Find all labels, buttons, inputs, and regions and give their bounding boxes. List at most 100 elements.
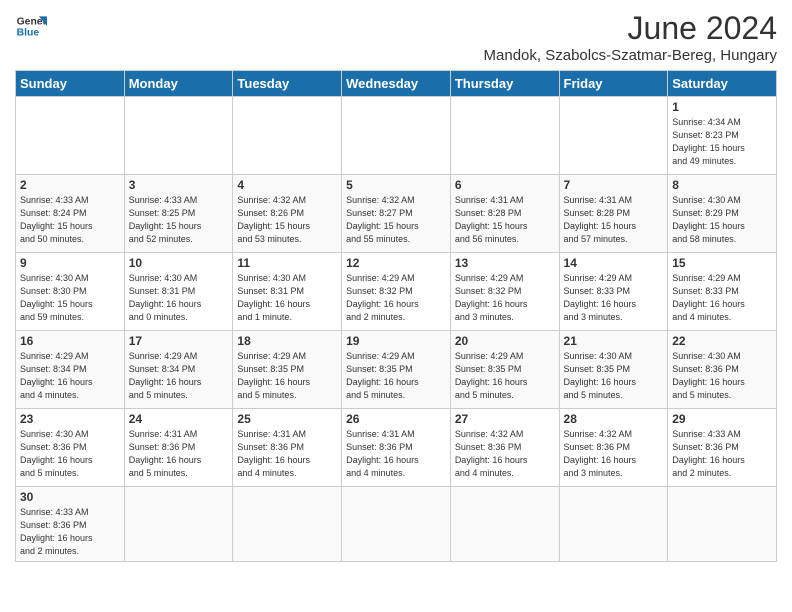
calendar-cell: 6 Sunrise: 4:31 AM Sunset: 8:28 PM Daylig… [450, 175, 559, 253]
calendar-week-1: 1 Sunrise: 4:34 AM Sunset: 8:23 PM Daylig… [16, 97, 777, 175]
day-info: Sunrise: 4:30 AM Sunset: 8:31 PM Dayligh… [129, 272, 229, 324]
calendar-cell: 17 Sunrise: 4:29 AM Sunset: 8:34 PM Dayli… [124, 331, 233, 409]
calendar-cell [16, 97, 125, 175]
calendar-cell: 7 Sunrise: 4:31 AM Sunset: 8:28 PM Daylig… [559, 175, 668, 253]
calendar-week-2: 2 Sunrise: 4:33 AM Sunset: 8:24 PM Daylig… [16, 175, 777, 253]
day-info: Sunrise: 4:32 AM Sunset: 8:36 PM Dayligh… [564, 428, 664, 480]
day-number: 11 [237, 256, 337, 270]
day-number: 16 [20, 334, 120, 348]
calendar-cell: 23 Sunrise: 4:30 AM Sunset: 8:36 PM Dayli… [16, 409, 125, 487]
day-number: 23 [20, 412, 120, 426]
day-number: 24 [129, 412, 229, 426]
calendar-cell: 28 Sunrise: 4:32 AM Sunset: 8:36 PM Dayli… [559, 409, 668, 487]
calendar-cell: 9 Sunrise: 4:30 AM Sunset: 8:30 PM Daylig… [16, 253, 125, 331]
day-header-thursday: Thursday [450, 71, 559, 97]
day-number: 30 [20, 490, 120, 504]
day-number: 5 [346, 178, 446, 192]
day-info: Sunrise: 4:34 AM Sunset: 8:23 PM Dayligh… [672, 116, 772, 168]
day-info: Sunrise: 4:29 AM Sunset: 8:35 PM Dayligh… [346, 350, 446, 402]
day-number: 19 [346, 334, 446, 348]
day-info: Sunrise: 4:29 AM Sunset: 8:32 PM Dayligh… [346, 272, 446, 324]
day-header-monday: Monday [124, 71, 233, 97]
day-header-tuesday: Tuesday [233, 71, 342, 97]
calendar-table: SundayMondayTuesdayWednesdayThursdayFrid… [15, 70, 777, 562]
calendar-cell: 4 Sunrise: 4:32 AM Sunset: 8:26 PM Daylig… [233, 175, 342, 253]
day-info: Sunrise: 4:32 AM Sunset: 8:26 PM Dayligh… [237, 194, 337, 246]
calendar-cell: 24 Sunrise: 4:31 AM Sunset: 8:36 PM Dayli… [124, 409, 233, 487]
calendar-cell: 12 Sunrise: 4:29 AM Sunset: 8:32 PM Dayli… [342, 253, 451, 331]
day-number: 7 [564, 178, 664, 192]
calendar-cell [342, 97, 451, 175]
day-number: 29 [672, 412, 772, 426]
day-info: Sunrise: 4:32 AM Sunset: 8:27 PM Dayligh… [346, 194, 446, 246]
day-number: 3 [129, 178, 229, 192]
svg-text:Blue: Blue [17, 28, 40, 39]
day-number: 8 [672, 178, 772, 192]
logo: General Blue [15, 10, 47, 42]
location-title: Mandok, Szabolcs-Szatmar-Bereg, Hungary [484, 47, 777, 64]
calendar-cell: 19 Sunrise: 4:29 AM Sunset: 8:35 PM Dayli… [342, 331, 451, 409]
day-info: Sunrise: 4:31 AM Sunset: 8:36 PM Dayligh… [237, 428, 337, 480]
calendar-cell: 3Sunrise: 4:33 AM Sunset: 8:25 PM Daylig… [124, 175, 233, 253]
calendar-cell: 5 Sunrise: 4:32 AM Sunset: 8:27 PM Daylig… [342, 175, 451, 253]
day-info: Sunrise: 4:30 AM Sunset: 8:31 PM Dayligh… [237, 272, 337, 324]
day-header-saturday: Saturday [668, 71, 777, 97]
calendar-cell [450, 487, 559, 562]
day-header-sunday: Sunday [16, 71, 125, 97]
logo-icon: General Blue [15, 10, 47, 42]
day-info: Sunrise: 4:31 AM Sunset: 8:36 PM Dayligh… [346, 428, 446, 480]
calendar-cell: 21 Sunrise: 4:30 AM Sunset: 8:35 PM Dayli… [559, 331, 668, 409]
day-number: 14 [564, 256, 664, 270]
page-header: General Blue June 2024 Mandok, Szabolcs-… [15, 10, 777, 64]
day-number: 28 [564, 412, 664, 426]
day-info: Sunrise: 4:30 AM Sunset: 8:30 PM Dayligh… [20, 272, 120, 324]
calendar-cell [124, 97, 233, 175]
day-info: Sunrise: 4:29 AM Sunset: 8:34 PM Dayligh… [129, 350, 229, 402]
calendar-cell: 22Sunrise: 4:30 AM Sunset: 8:36 PM Dayli… [668, 331, 777, 409]
day-number: 6 [455, 178, 555, 192]
day-info: Sunrise: 4:29 AM Sunset: 8:33 PM Dayligh… [564, 272, 664, 324]
day-info: Sunrise: 4:31 AM Sunset: 8:28 PM Dayligh… [564, 194, 664, 246]
calendar-cell [559, 487, 668, 562]
day-number: 12 [346, 256, 446, 270]
day-info: Sunrise: 4:30 AM Sunset: 8:35 PM Dayligh… [564, 350, 664, 402]
calendar-cell: 10 Sunrise: 4:30 AM Sunset: 8:31 PM Dayli… [124, 253, 233, 331]
calendar-cell [233, 487, 342, 562]
calendar-cell: 29Sunrise: 4:33 AM Sunset: 8:36 PM Dayli… [668, 409, 777, 487]
calendar-cell: 16 Sunrise: 4:29 AM Sunset: 8:34 PM Dayli… [16, 331, 125, 409]
calendar-cell: 27Sunrise: 4:32 AM Sunset: 8:36 PM Dayli… [450, 409, 559, 487]
calendar-week-4: 16 Sunrise: 4:29 AM Sunset: 8:34 PM Dayli… [16, 331, 777, 409]
calendar-week-3: 9 Sunrise: 4:30 AM Sunset: 8:30 PM Daylig… [16, 253, 777, 331]
day-number: 10 [129, 256, 229, 270]
day-info: Sunrise: 4:29 AM Sunset: 8:33 PM Dayligh… [672, 272, 772, 324]
calendar-cell [668, 487, 777, 562]
calendar-cell: 14 Sunrise: 4:29 AM Sunset: 8:33 PM Dayli… [559, 253, 668, 331]
day-info: Sunrise: 4:29 AM Sunset: 8:35 PM Dayligh… [455, 350, 555, 402]
day-number: 22 [672, 334, 772, 348]
day-number: 21 [564, 334, 664, 348]
day-header-wednesday: Wednesday [342, 71, 451, 97]
calendar-body: 1 Sunrise: 4:34 AM Sunset: 8:23 PM Daylig… [16, 97, 777, 562]
day-number: 13 [455, 256, 555, 270]
day-info: Sunrise: 4:33 AM Sunset: 8:36 PM Dayligh… [20, 506, 120, 558]
day-number: 15 [672, 256, 772, 270]
day-info: Sunrise: 4:29 AM Sunset: 8:34 PM Dayligh… [20, 350, 120, 402]
day-number: 1 [672, 100, 772, 114]
day-info: Sunrise: 4:31 AM Sunset: 8:36 PM Dayligh… [129, 428, 229, 480]
calendar-cell: 8 Sunrise: 4:30 AM Sunset: 8:29 PM Daylig… [668, 175, 777, 253]
calendar-cell: 13Sunrise: 4:29 AM Sunset: 8:32 PM Dayli… [450, 253, 559, 331]
calendar-cell: 11 Sunrise: 4:30 AM Sunset: 8:31 PM Dayli… [233, 253, 342, 331]
day-info: Sunrise: 4:32 AM Sunset: 8:36 PM Dayligh… [455, 428, 555, 480]
day-number: 9 [20, 256, 120, 270]
calendar-week-5: 23 Sunrise: 4:30 AM Sunset: 8:36 PM Dayli… [16, 409, 777, 487]
day-info: Sunrise: 4:30 AM Sunset: 8:36 PM Dayligh… [20, 428, 120, 480]
day-info: Sunrise: 4:30 AM Sunset: 8:29 PM Dayligh… [672, 194, 772, 246]
day-number: 2 [20, 178, 120, 192]
day-info: Sunrise: 4:33 AM Sunset: 8:24 PM Dayligh… [20, 194, 120, 246]
day-number: 17 [129, 334, 229, 348]
day-info: Sunrise: 4:29 AM Sunset: 8:35 PM Dayligh… [237, 350, 337, 402]
calendar-cell [559, 97, 668, 175]
day-info: Sunrise: 4:31 AM Sunset: 8:28 PM Dayligh… [455, 194, 555, 246]
day-number: 4 [237, 178, 337, 192]
calendar-cell: 15 Sunrise: 4:29 AM Sunset: 8:33 PM Dayli… [668, 253, 777, 331]
